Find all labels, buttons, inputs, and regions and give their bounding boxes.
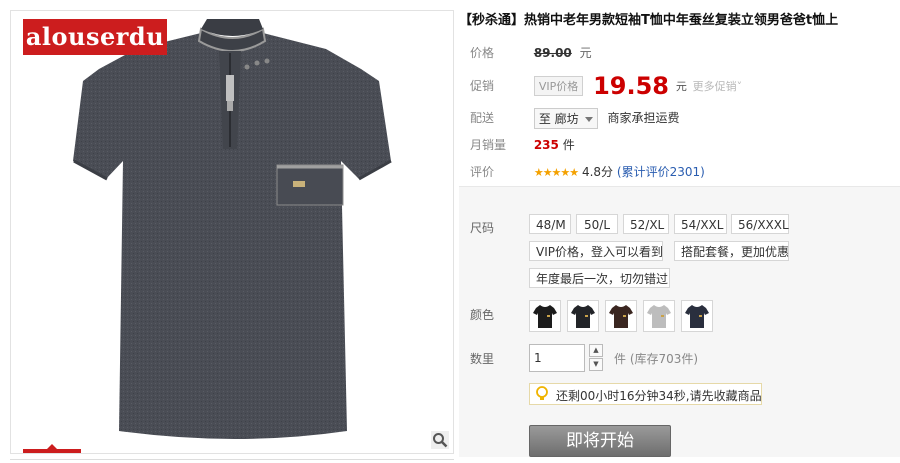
rating-label: 评价 xyxy=(470,165,495,179)
thumbnail-indicator xyxy=(23,449,81,453)
shirt-thumbnail-icon xyxy=(647,305,671,328)
size-option[interactable]: 50/L xyxy=(576,214,618,234)
size-option[interactable]: 54/XXL xyxy=(674,214,727,234)
sales-row: 月销量 235 件 xyxy=(470,136,575,153)
color-swatch-coffee[interactable] xyxy=(605,300,637,332)
shipping-destination: 至 廊坊 xyxy=(538,112,579,126)
triangle-down-icon: ▼ xyxy=(593,360,599,368)
zoom-icon[interactable] xyxy=(431,431,449,449)
rating-score: 4.8分 xyxy=(581,165,614,179)
chevron-down-icon: ˅ xyxy=(736,80,743,93)
review-count-link[interactable]: (累计评价2301) xyxy=(617,165,705,179)
original-price: 89.00 xyxy=(533,46,572,60)
promo-row: 促销 VIP价格 19.58 元 更多促销˅ xyxy=(470,72,742,100)
product-image-frame: alouserdu xyxy=(10,10,454,454)
vip-price-tag: VIP价格 xyxy=(533,76,584,96)
promo-option[interactable]: VIP价格，登入可以看到 xyxy=(529,241,663,261)
rating-row: 评价 ★★★★★ 4.8分 (累计评价2301) xyxy=(470,163,705,180)
shirt-thumbnail-icon xyxy=(609,305,633,328)
sales-count: 235 xyxy=(533,138,559,152)
divider xyxy=(10,459,454,460)
lightbulb-icon xyxy=(536,386,548,400)
more-promo-link[interactable]: 更多促销˅ xyxy=(693,80,743,93)
shipping-row: 配送 至 廊坊 商家承担运费 xyxy=(470,108,680,129)
promo-option[interactable]: 年度最后一次，切勿错过 xyxy=(529,268,670,288)
product-title: 【秒杀通】热销中老年男款短袖T恤中年蚕丝复装立领男爸爸t恤上 xyxy=(459,13,839,28)
shirt-thumbnail-icon xyxy=(685,305,709,328)
color-swatch-navy[interactable] xyxy=(681,300,713,332)
start-soon-button[interactable]: 即将开始 xyxy=(529,425,671,457)
size-option[interactable]: 52/XL xyxy=(623,214,669,234)
thumbnail-arrow-icon xyxy=(47,444,57,449)
promo-option[interactable]: 搭配套餐，更加优惠 xyxy=(674,241,789,261)
quantity-label: 数里 xyxy=(470,352,495,366)
price-unit: 元 xyxy=(579,46,592,60)
caret-down-icon xyxy=(584,117,593,122)
quantity-input[interactable] xyxy=(529,344,585,372)
star-rating-icon: ★★★★★ xyxy=(533,166,579,179)
promo-label: 促销 xyxy=(470,78,495,93)
quantity-decrease-button[interactable]: ▼ xyxy=(589,358,603,371)
price-label: 价格 xyxy=(470,46,495,60)
color-swatch-black-navy[interactable] xyxy=(567,300,599,332)
shirt-thumbnail-icon xyxy=(533,305,557,328)
promo-unit: 元 xyxy=(675,80,687,93)
countdown-tip: 还剩00小时16分钟34秒,请先收藏商品 xyxy=(529,383,762,405)
sku-panel: 尺码 48/M 50/L 52/XL 54/XXL 56/XXXL VIP价格，… xyxy=(459,186,900,457)
shipping-note: 商家承担运费 xyxy=(607,111,680,125)
promo-price: 19.58 xyxy=(593,72,669,100)
price-row: 价格 89.00 元 xyxy=(470,44,592,61)
sales-unit: 件 xyxy=(562,138,575,152)
shipping-label: 配送 xyxy=(470,111,495,125)
color-swatch-black[interactable] xyxy=(529,300,561,332)
size-option[interactable]: 48/M xyxy=(529,214,571,234)
triangle-up-icon: ▲ xyxy=(593,346,599,354)
size-option[interactable]: 56/XXXL xyxy=(731,214,789,234)
color-swatch-light-gray[interactable] xyxy=(643,300,675,332)
more-promo-label: 更多促销 xyxy=(692,80,737,93)
countdown-text: 还剩00小时16分钟34秒,请先收藏商品 xyxy=(556,389,762,403)
shirt-thumbnail-icon xyxy=(571,305,595,328)
size-label: 尺码 xyxy=(470,221,495,235)
shop-logo[interactable]: alouserdu xyxy=(23,19,167,55)
quantity-increase-button[interactable]: ▲ xyxy=(589,344,603,357)
shipping-destination-select[interactable]: 至 廊坊 xyxy=(533,108,598,129)
product-image[interactable] xyxy=(11,11,454,454)
stock-text: 件 (库存703件) xyxy=(614,352,699,366)
color-label: 颜色 xyxy=(470,308,495,322)
sales-label: 月销量 xyxy=(470,138,507,152)
